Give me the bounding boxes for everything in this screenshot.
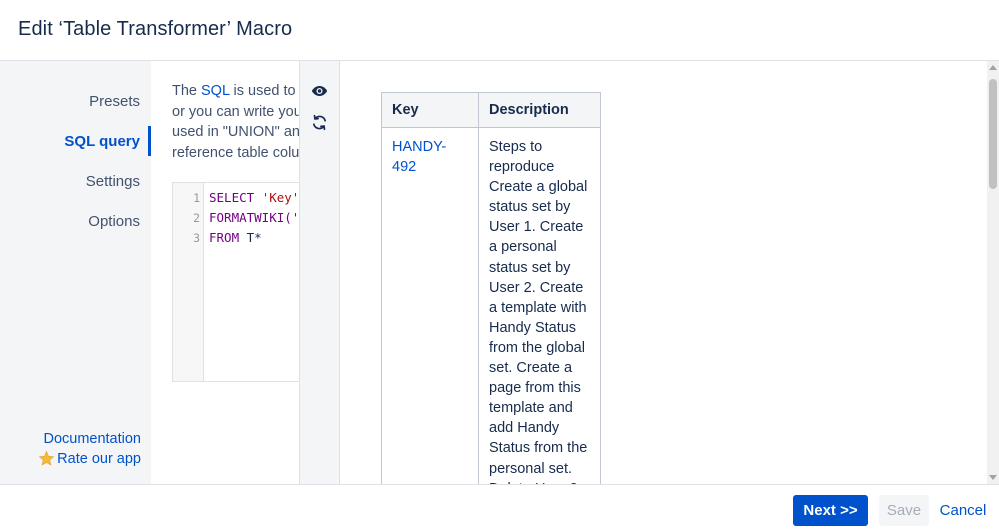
preview-table: Key Description HANDY-492 Steps to repro… <box>381 92 601 484</box>
sql-code-editor[interactable]: 1 2 3 SELECT 'Key' FORMATWIKI(' FROM T* <box>172 182 299 382</box>
preview-scrollbar[interactable] <box>987 61 999 484</box>
eye-icon[interactable] <box>311 84 328 103</box>
cancel-button[interactable]: Cancel <box>935 495 991 526</box>
desc-line: reference table colur <box>172 143 299 164</box>
refresh-icon[interactable] <box>311 114 328 136</box>
dialog-footer: Next >> Save Cancel <box>0 484 999 532</box>
desc-line: The SQL is used to tr <box>172 81 299 102</box>
issue-key-link[interactable]: HANDY-492 <box>382 128 479 485</box>
table-row: HANDY-492 Steps to reproduce Create a gl… <box>382 128 601 485</box>
sql-link[interactable]: SQL <box>201 83 229 99</box>
next-button[interactable]: Next >> <box>793 495 868 526</box>
code-line[interactable]: SELECT 'Key' <box>209 190 299 205</box>
line-number: 2 <box>193 211 200 225</box>
preview-pane: Key Description HANDY-492 Steps to repro… <box>341 61 987 484</box>
desc-line: or you can write you <box>172 102 299 123</box>
sidebar-item-options[interactable]: Options <box>88 213 140 230</box>
scroll-thumb[interactable] <box>989 79 997 189</box>
save-button[interactable]: Save <box>879 495 929 526</box>
sql-description: The SQL is used to tr or you can write y… <box>172 81 299 163</box>
sidebar: Presets SQL query Settings Options Docum… <box>0 61 151 484</box>
column-header-description: Description <box>479 93 601 128</box>
scroll-up-arrow-icon[interactable] <box>989 65 997 70</box>
code-line[interactable]: FROM T* <box>209 230 262 245</box>
rate-our-app-link[interactable]: Rate our app <box>38 450 141 467</box>
dialog-header: Edit ‘Table Transformer’ Macro <box>0 0 999 61</box>
star-icon <box>38 450 55 467</box>
code-line[interactable]: FORMATWIKI(' <box>209 210 299 225</box>
sidebar-item-sql-query[interactable]: SQL query <box>64 133 140 150</box>
sidebar-item-settings[interactable]: Settings <box>86 173 140 190</box>
rate-our-app-label: Rate our app <box>57 451 141 467</box>
line-number: 3 <box>193 231 200 245</box>
preview-toolbar <box>299 61 340 484</box>
desc-line: used in "UNION" anc <box>172 122 299 143</box>
column-header-key: Key <box>382 93 479 128</box>
table-header-row: Key Description <box>382 93 601 128</box>
description-cell: Steps to reproduce Create a global statu… <box>479 128 601 485</box>
scroll-down-arrow-icon[interactable] <box>989 475 997 480</box>
sidebar-item-presets[interactable]: Presets <box>89 93 140 110</box>
documentation-link[interactable]: Documentation <box>43 431 141 447</box>
dialog-title: Edit ‘Table Transformer’ Macro <box>18 18 292 41</box>
sql-editor-pane: The SQL is used to tr or you can write y… <box>151 61 299 484</box>
line-number: 1 <box>193 191 200 205</box>
line-number-gutter: 1 2 3 <box>173 183 204 381</box>
